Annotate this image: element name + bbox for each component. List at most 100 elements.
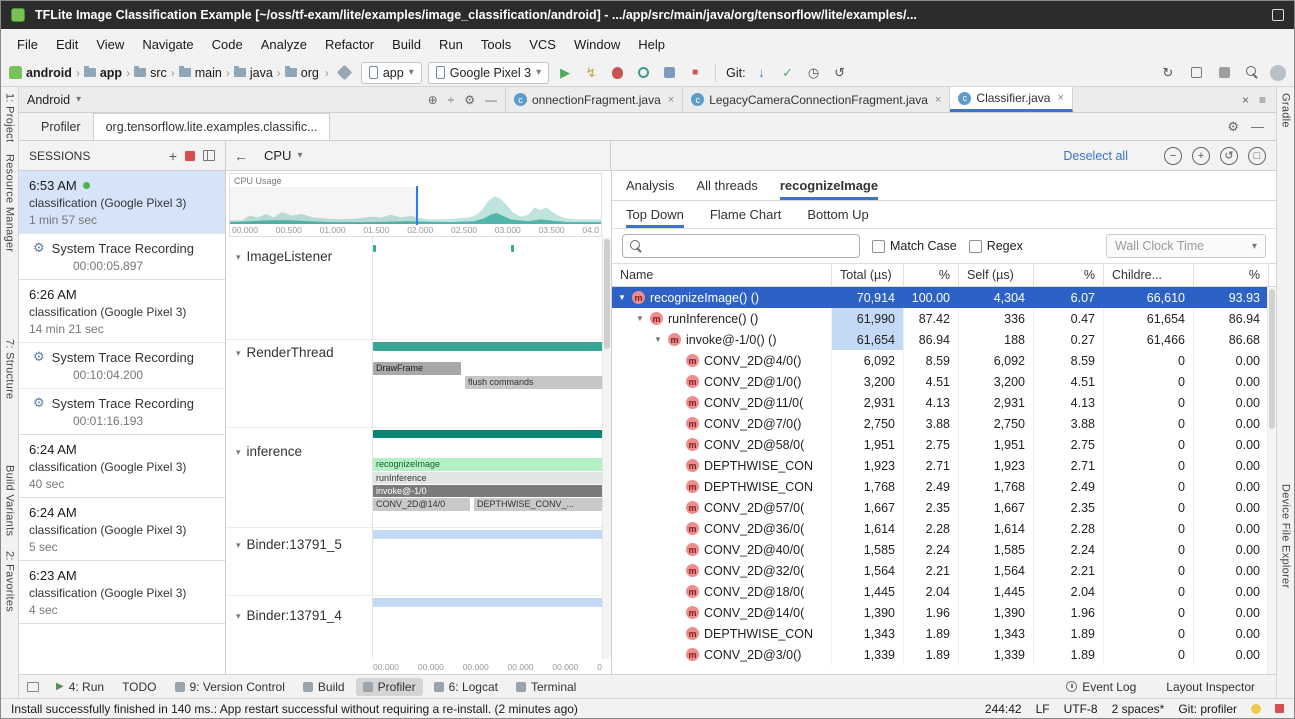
thread-row-inference[interactable]: ▾inferencerecognizeImagerunInferenceinvo… [226,428,611,528]
git-commit-button[interactable]: ✓ [778,63,798,83]
device-select[interactable]: Google Pixel 3 ▾ [428,62,549,84]
table-row[interactable]: mCONV_2D@18/0(1,4452.041,4452.0400.00 [612,581,1276,602]
timeline-scrollbar[interactable] [602,237,611,659]
trace-event-bar[interactable]: recognizeImage [373,458,611,471]
breadcrumb-org[interactable]: org [285,66,319,80]
table-row[interactable]: mCONV_2D@58/0(1,9512.751,9512.7500.00 [612,434,1276,455]
profile-button[interactable] [633,63,653,83]
table-row[interactable]: mDEPTHWISE_CON1,3431.891,3431.8900.00 [612,623,1276,644]
menu-run[interactable]: Run [431,34,471,55]
tool-stripe-2-favorites[interactable]: 2: Favorites [4,551,16,612]
trace-recording-item[interactable]: ⚙System Trace Recording00:10:04.200 [19,342,225,388]
apply-changes-button[interactable]: ↯ [581,63,601,83]
tool-button-build[interactable]: Build [296,678,352,696]
hide-panel-icon[interactable]: ― [485,93,497,107]
notifications-icon[interactable] [1251,704,1261,714]
tool-stripe-gradle[interactable]: Gradle [1280,93,1292,128]
git-branch-widget[interactable]: Git: profiler [1178,702,1237,716]
thread-collapse-icon[interactable]: ▾ [236,608,241,622]
profiler-tab-org-tensorflow-lite-examples-classific[interactable]: org.tensorflow.lite.examples.classific..… [93,113,331,140]
title-bar[interactable]: TFLite Image Classification Example [~/o… [1,1,1294,29]
tool-button-4-run[interactable]: ▶4: Run [49,678,111,696]
table-row[interactable]: mCONV_2D@57/0(1,6672.351,6672.3500.00 [612,497,1276,518]
thread-row-binder-13791-5[interactable]: ▾Binder:13791_5 [226,528,611,596]
analysis-tab-analysis[interactable]: Analysis [626,171,674,200]
trace-recording-item[interactable]: ⚙System Trace Recording00:00:05.897 [19,233,225,279]
indent-style[interactable]: 2 spaces* [1112,702,1165,716]
trace-event-bar[interactable]: DrawFrame [373,362,461,375]
search-everywhere-button[interactable] [1242,63,1262,83]
column-header-3[interactable]: Self (µs) [959,264,1034,286]
tool-stripe-7-structure[interactable]: 7: Structure [4,339,16,399]
profiler-tab-profiler[interactable]: Profiler [29,113,93,140]
tool-button-terminal[interactable]: Terminal [509,678,583,696]
menu-view[interactable]: View [88,34,132,55]
menu-navigate[interactable]: Navigate [134,34,201,55]
tree-toggle-icon[interactable]: ▼ [654,335,668,344]
zoom-to-selection-button[interactable]: □ [1248,147,1266,165]
caret-position[interactable]: 244:42 [985,702,1022,716]
status-message[interactable]: Install successfully finished in 140 ms.… [11,702,973,716]
locate-file-icon[interactable]: ⊕ [428,93,438,107]
line-ending[interactable]: LF [1036,702,1050,716]
collapse-all-icon[interactable]: ÷ [448,93,455,107]
profiler-metric-select[interactable]: CPU ▾ [256,146,310,165]
menu-window[interactable]: Window [566,34,628,55]
tree-toggle-icon[interactable]: ▼ [618,293,632,302]
table-row[interactable]: mCONV_2D@7/0()2,7503.882,7503.8800.00 [612,413,1276,434]
thread-collapse-icon[interactable]: ▾ [236,345,241,359]
tool-window-switcher-icon[interactable] [27,682,39,692]
hide-profiler-icon[interactable]: ― [1251,119,1264,134]
attach-debugger-button[interactable] [659,63,679,83]
table-row[interactable]: mCONV_2D@32/0(1,5642.211,5642.2100.00 [612,560,1276,581]
run-button[interactable]: ▶ [555,63,575,83]
column-header-0[interactable]: Name [612,264,832,286]
trace-event-bar[interactable] [373,245,376,252]
tab-classifier-java[interactable]: cClassifier.java× [950,87,1072,112]
regex-checkbox[interactable]: Regex [969,239,1023,253]
clock-mode-select[interactable]: Wall Clock Time ▾ [1106,234,1266,258]
run-config-select[interactable]: app ▾ [361,62,422,84]
back-arrow-icon[interactable]: ← [234,148,248,164]
breadcrumb-main[interactable]: main [179,66,222,80]
column-header-1[interactable]: Total (µs) [832,264,904,286]
debug-button[interactable] [607,63,627,83]
close-tab-icon[interactable]: × [1242,93,1249,107]
table-row[interactable]: ▼minvoke@-1/0() ()61,65486.941880.2761,4… [612,329,1276,350]
breadcrumb-java[interactable]: java [234,66,273,80]
subtab-flame-chart[interactable]: Flame Chart [710,201,782,228]
tool-stripe-build-variants[interactable]: Build Variants [4,465,16,536]
subtab-top-down[interactable]: Top Down [626,201,684,228]
thread-row-renderthread[interactable]: ▾RenderThreadDrawFrameflush commands [226,340,611,428]
thread-collapse-icon[interactable]: ▾ [236,537,241,551]
search-input[interactable] [649,239,852,253]
tool-stripe-resource-manager[interactable]: Resource Manager [4,154,16,252]
thread-activity-bar[interactable] [373,530,611,539]
scrollbar-thumb[interactable] [604,239,610,349]
zoom-in-button[interactable]: + [1192,147,1210,165]
zoom-out-button[interactable]: − [1164,147,1182,165]
gear-icon[interactable]: ⚙ [464,93,475,107]
scrollbar-thumb[interactable] [1269,289,1275,429]
sync-gradle-button[interactable]: ↻ [1158,63,1178,83]
close-icon[interactable]: × [668,94,674,106]
menu-refactor[interactable]: Refactor [317,34,382,55]
trace-recording-item[interactable]: ⚙System Trace Recording00:01:16.193 [19,388,225,434]
table-row[interactable]: mCONV_2D@14/0(1,3901.961,3901.9600.00 [612,602,1276,623]
file-encoding[interactable]: UTF-8 [1064,702,1098,716]
thread-collapse-icon[interactable]: ▾ [236,444,241,458]
menu-tools[interactable]: Tools [473,34,519,55]
close-icon[interactable]: × [1057,92,1063,104]
analysis-tab-recognizeimage[interactable]: recognizeImage [780,171,878,200]
trace-event-bar[interactable]: invoke@-1/0 [373,485,611,497]
thread-collapse-icon[interactable]: ▾ [236,249,241,263]
stop-recording-button[interactable] [185,151,195,161]
table-row[interactable]: mDEPTHWISE_CON1,7682.491,7682.4900.00 [612,476,1276,497]
menu-code[interactable]: Code [204,34,251,55]
gear-icon[interactable]: ⚙ [1227,119,1239,135]
filter-searchbox[interactable] [622,234,860,258]
close-icon[interactable]: × [935,94,941,106]
git-history-button[interactable]: ◷ [804,63,824,83]
tool-button-9-version-control[interactable]: 9: Version Control [168,678,292,696]
git-update-button[interactable]: ↓ [752,63,772,83]
